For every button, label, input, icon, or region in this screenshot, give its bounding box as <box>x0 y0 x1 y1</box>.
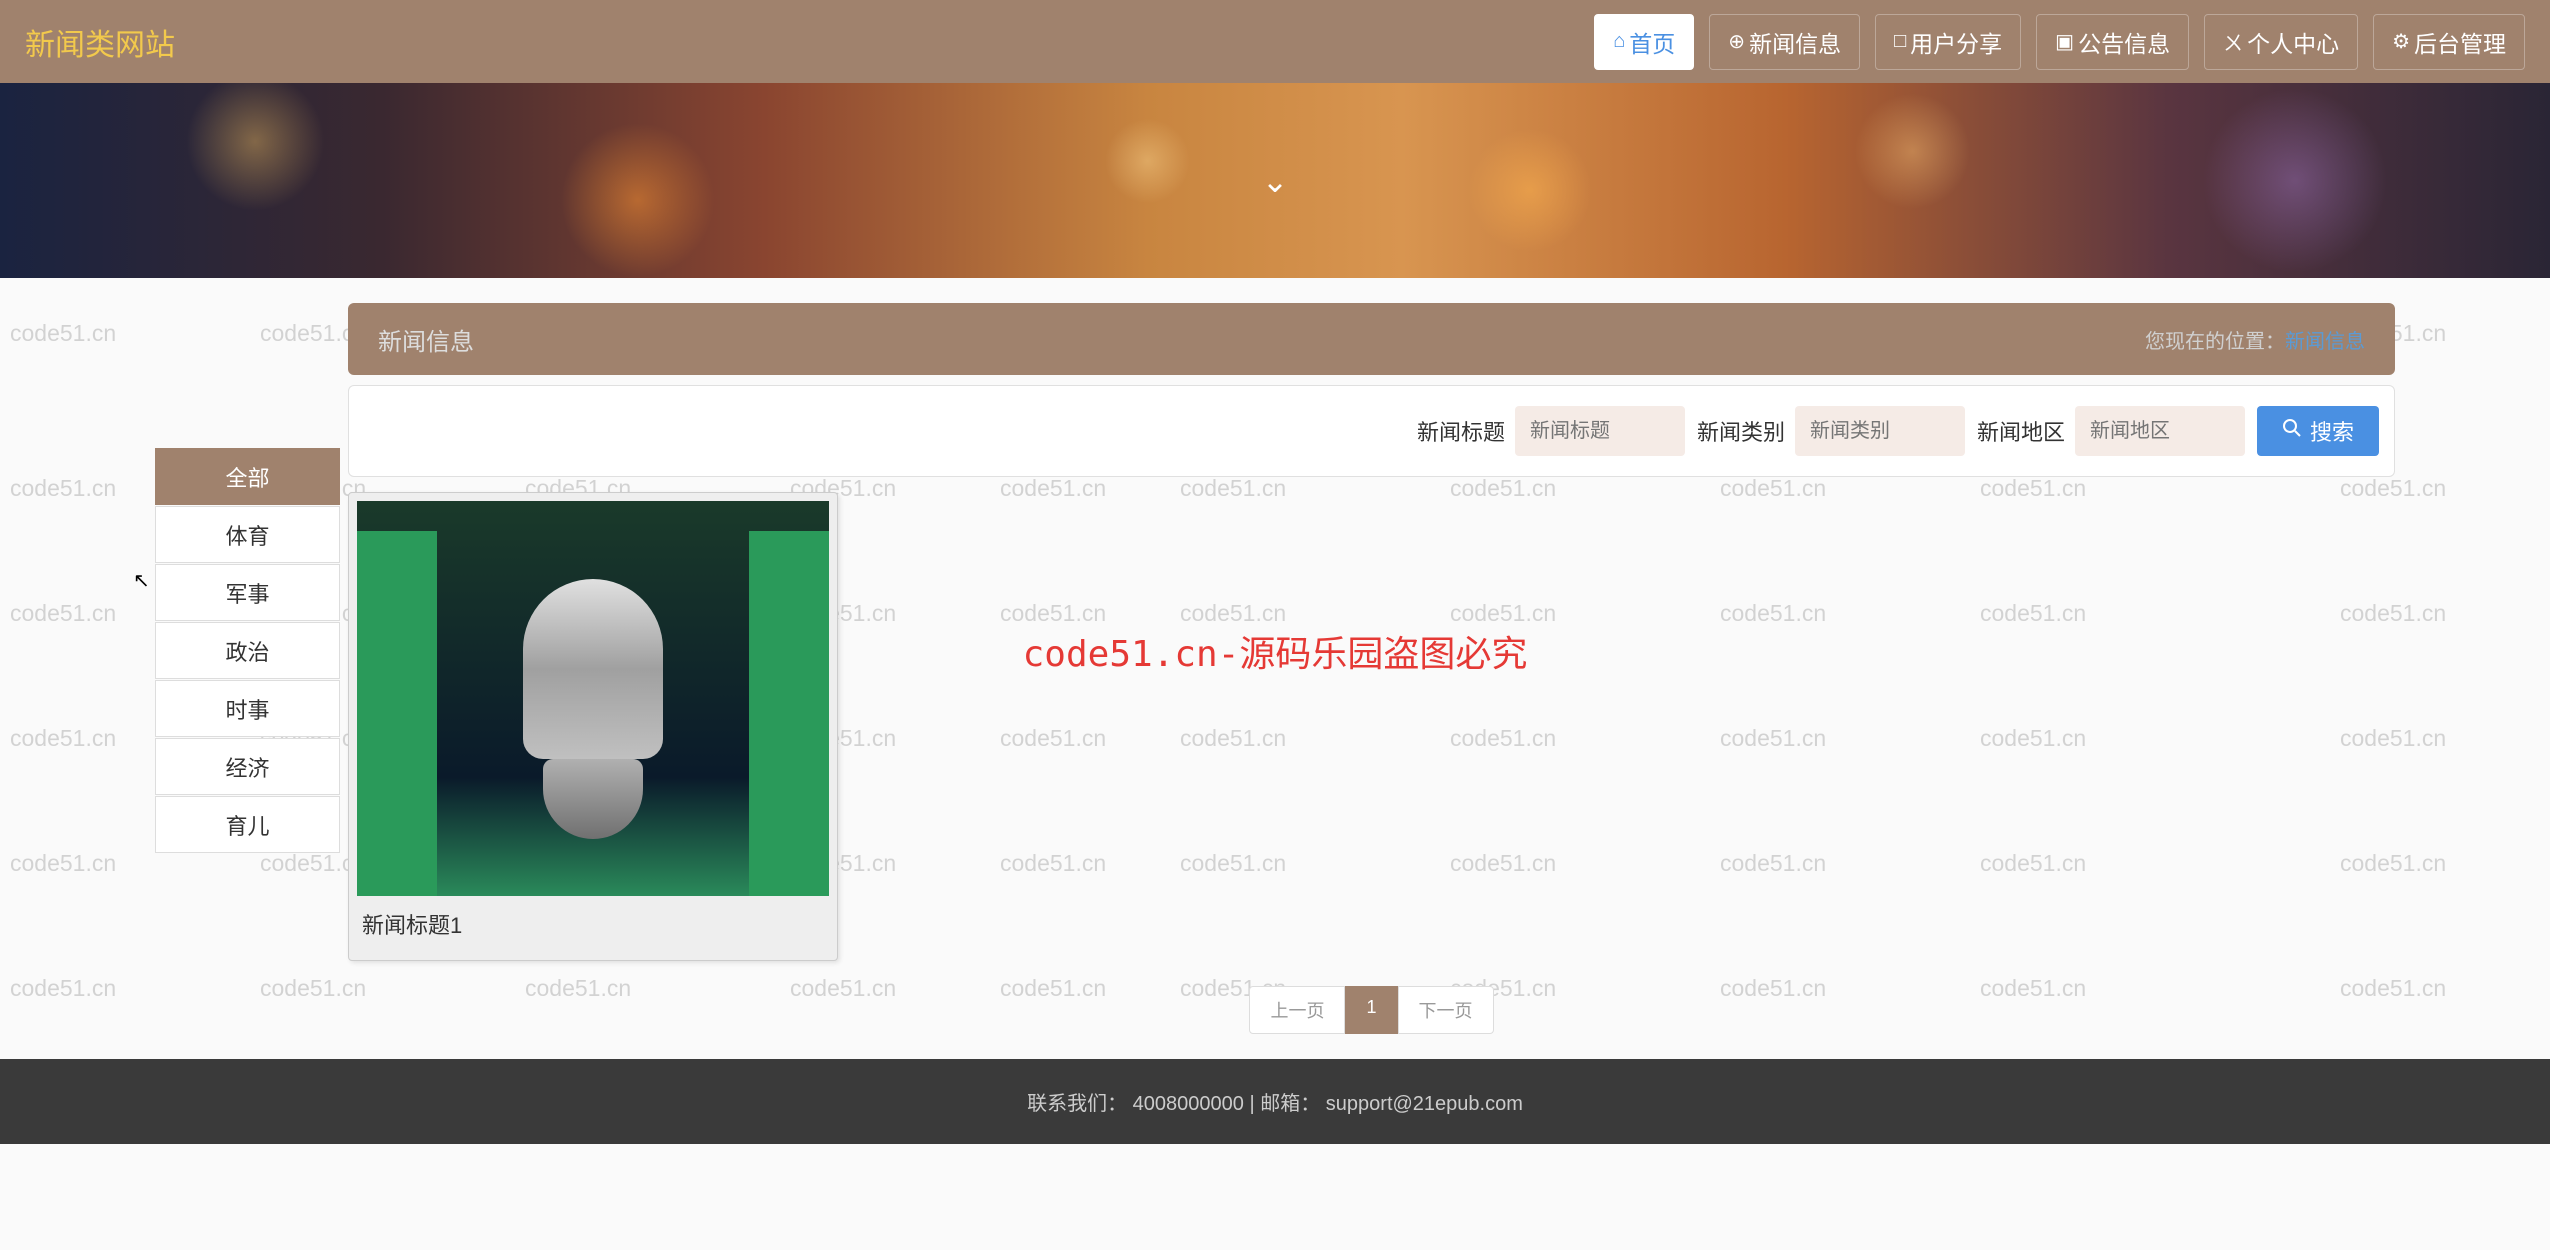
nav-label: 公告信息 <box>2078 25 2170 59</box>
next-page-button[interactable]: 下一页 <box>1398 986 1494 1034</box>
nav-item-2[interactable]: □用户分享 <box>1875 14 2021 70</box>
sidebar-item-0[interactable]: 全部 <box>155 448 340 505</box>
footer: 联系我们： 4008000000 | 邮箱： support@21epub.co… <box>0 1059 2550 1144</box>
search-input-1[interactable] <box>1795 406 1965 456</box>
search-label: 新闻类别 <box>1697 415 1785 447</box>
nav-label: 用户分享 <box>1910 25 2002 59</box>
header: 新闻类网站 ⌂首页⊕新闻信息□用户分享▣公告信息ㄨ个人中心⚙后台管理 <box>0 0 2550 83</box>
nav-label: 首页 <box>1629 25 1675 59</box>
sidebar-item-4[interactable]: 时事 <box>155 680 340 737</box>
search-group-0: 新闻标题 <box>1417 406 1685 456</box>
nav-label: 新闻信息 <box>1749 25 1841 59</box>
search-group-2: 新闻地区 <box>1977 406 2245 456</box>
site-title: 新闻类网站 <box>25 20 175 64</box>
page-title: 新闻信息 <box>378 322 474 357</box>
sidebar-item-2[interactable]: 军事 <box>155 564 340 621</box>
search-bar: 新闻标题 新闻类别 新闻地区 搜索 <box>348 385 2395 477</box>
sidebar-item-6[interactable]: 育儿 <box>155 796 340 853</box>
cursor-icon: ↖ <box>133 568 150 593</box>
category-sidebar: 全部体育军事政治时事经济育儿 <box>155 448 340 854</box>
breadcrumb-bar: 新闻信息 您现在的位置：新闻信息 <box>348 303 2395 375</box>
search-label: 新闻地区 <box>1977 415 2065 447</box>
search-label: 新闻标题 <box>1417 415 1505 447</box>
breadcrumb-location: 您现在的位置：新闻信息 <box>2145 325 2365 354</box>
sidebar-item-5[interactable]: 经济 <box>155 738 340 795</box>
sidebar-item-3[interactable]: 政治 <box>155 622 340 679</box>
pagination: 上一页1下一页 <box>348 986 2395 1034</box>
nav-icon: □ <box>1894 30 1906 53</box>
card-title: 新闻标题1 <box>357 896 829 952</box>
nav-icon: ㄨ <box>2223 27 2243 56</box>
hero-banner: ⌄ <box>0 83 2550 278</box>
prev-page-button[interactable]: 上一页 <box>1249 986 1345 1034</box>
page-number-button[interactable]: 1 <box>1345 986 1397 1034</box>
nav-icon: ⊕ <box>1728 29 1745 54</box>
card-image <box>357 501 829 896</box>
nav-item-4[interactable]: ㄨ个人中心 <box>2204 14 2358 70</box>
news-grid: 新闻标题1 <box>348 492 2395 961</box>
sidebar-item-1[interactable]: 体育 <box>155 506 340 563</box>
nav-item-3[interactable]: ▣公告信息 <box>2036 14 2189 70</box>
nav-icon: ▣ <box>2055 29 2074 54</box>
main-content: 新闻信息 您现在的位置：新闻信息 新闻标题 新闻类别 新闻地区 搜索 新闻标题1 上… <box>348 303 2395 1034</box>
nav-label: 个人中心 <box>2247 25 2339 59</box>
nav-item-5[interactable]: ⚙后台管理 <box>2373 14 2525 70</box>
nav-item-1[interactable]: ⊕新闻信息 <box>1709 14 1860 70</box>
nav-item-0[interactable]: ⌂首页 <box>1594 14 1694 70</box>
search-button[interactable]: 搜索 <box>2257 406 2379 456</box>
search-input-0[interactable] <box>1515 406 1685 456</box>
search-icon <box>2282 418 2302 444</box>
nav-menu: ⌂首页⊕新闻信息□用户分享▣公告信息ㄨ个人中心⚙后台管理 <box>1594 14 2525 70</box>
nav-label: 后台管理 <box>2414 25 2506 59</box>
search-input-2[interactable] <box>2075 406 2245 456</box>
search-group-1: 新闻类别 <box>1697 406 1965 456</box>
news-card[interactable]: 新闻标题1 <box>348 492 838 961</box>
nav-icon: ⌂ <box>1613 30 1625 53</box>
chevron-down-icon[interactable]: ⌄ <box>1262 162 1289 200</box>
nav-icon: ⚙ <box>2392 29 2410 54</box>
